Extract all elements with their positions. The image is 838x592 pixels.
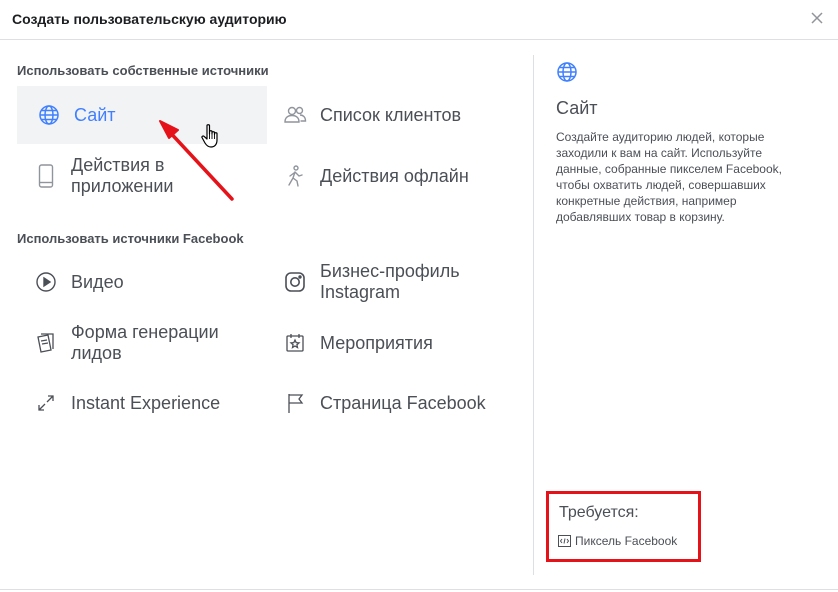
dialog-footer-divider (0, 589, 838, 590)
close-button[interactable] (808, 9, 826, 27)
option-instagram-profile-label: Бизнес-профиль Instagram (320, 261, 460, 302)
option-app-activity-label: Действия в приложении (71, 155, 174, 196)
option-events[interactable]: Мероприятия (266, 314, 516, 372)
expand-arrows-icon (34, 391, 58, 415)
option-events-label: Мероприятия (320, 332, 433, 353)
section-title-own-sources: Использовать собственные источники (17, 63, 269, 78)
calendar-star-icon (283, 331, 307, 355)
requirements-box: Требуется: Пиксель Facebook (546, 491, 701, 562)
option-customer-list[interactable]: Список клиентов (266, 86, 516, 144)
flag-icon (283, 391, 307, 415)
details-description: Создайте аудиторию людей, которые заходи… (556, 130, 782, 224)
walking-person-icon (283, 164, 307, 188)
pixel-link-label: Пиксель Facebook (575, 534, 678, 548)
dialog-header: Создать пользовательскую аудиторию (0, 0, 838, 40)
option-instant-experience[interactable]: Instant Experience (17, 374, 267, 432)
option-lead-form[interactable]: Форма генерации лидов (17, 314, 267, 372)
globe-icon (37, 103, 61, 127)
option-instagram-profile[interactable]: Бизнес-профиль Instagram (266, 253, 516, 311)
requirements-title: Требуется: (559, 504, 639, 521)
custom-audience-dialog: Создать пользовательскую аудиторию Испол… (0, 0, 838, 592)
close-icon (811, 12, 823, 24)
form-icon (34, 331, 58, 355)
option-video[interactable]: Видео (17, 253, 267, 311)
source-options-pane: Использовать собственные источники Сайт (0, 41, 533, 577)
option-offline-activity-label: Действия офлайн (320, 165, 469, 186)
option-app-activity[interactable]: Действия в приложении (17, 147, 267, 205)
play-circle-icon (34, 270, 58, 294)
option-video-label: Видео (71, 271, 124, 292)
instagram-icon (283, 270, 307, 294)
option-customer-list-label: Список клиентов (320, 104, 462, 125)
people-icon (283, 103, 307, 127)
option-facebook-page-label: Страница Facebook (320, 392, 486, 413)
globe-icon (556, 61, 580, 85)
code-icon (558, 535, 571, 547)
hand-cursor-icon (201, 124, 218, 148)
option-instant-experience-label: Instant Experience (71, 392, 221, 413)
option-facebook-page[interactable]: Страница Facebook (266, 374, 516, 432)
option-website[interactable]: Сайт (17, 86, 267, 144)
details-title: Сайт (556, 98, 598, 118)
mobile-phone-icon (34, 164, 58, 188)
option-lead-form-label: Форма генерации лидов (71, 322, 219, 363)
section-title-facebook-sources: Использовать источники Facebook (17, 231, 244, 246)
pixel-link[interactable]: Пиксель Facebook (558, 534, 677, 548)
option-website-label: Сайт (74, 104, 116, 125)
option-offline-activity[interactable]: Действия офлайн (266, 147, 516, 205)
dialog-title: Создать пользовательскую аудиторию (12, 11, 287, 27)
